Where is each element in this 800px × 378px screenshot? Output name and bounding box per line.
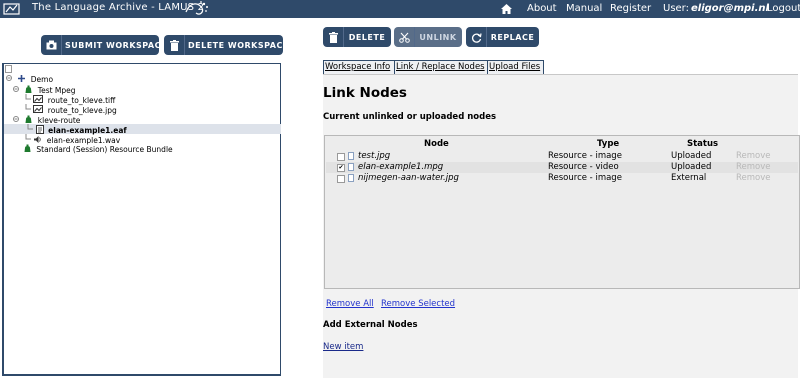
tree-node-kleve-route[interactable]: kleve-route xyxy=(12,114,80,125)
new-item-link[interactable]: New item xyxy=(323,342,363,352)
swirl-logo-icon xyxy=(185,1,208,15)
node-name: nijmegen-aan-water.jpg xyxy=(358,173,459,183)
delete-node-button[interactable]: DELETE xyxy=(323,27,391,47)
page-title: Link Nodes xyxy=(323,85,407,101)
app-title: The Language Archive - LAMUS 2 xyxy=(32,2,205,13)
main-content-area: Workspace Info Link / Replace Nodes Uplo… xyxy=(323,60,800,378)
tree-node-route-to-kleve-jpg[interactable]: route_to_kleve.jpg xyxy=(23,104,117,115)
nav-about-link[interactable]: About xyxy=(527,3,557,14)
node-status: External xyxy=(671,173,707,183)
delete-workspace-label: DELETE WORKSPACE xyxy=(188,41,289,50)
remove-node-link[interactable]: Remove xyxy=(736,162,771,173)
tree-node-route-to-kleve-tiff[interactable]: route_to_kleve.tiff xyxy=(23,94,115,105)
refresh-icon xyxy=(466,27,487,47)
file-icon xyxy=(348,152,354,160)
user-label: User: xyxy=(663,3,689,14)
node-status: Uploaded xyxy=(671,162,712,172)
replace-label: REPLACE xyxy=(490,33,535,42)
node-status: Uploaded xyxy=(671,151,712,161)
top-navigation-bar: The Language Archive - LAMUS 2 About Man… xyxy=(0,0,800,18)
node-name: elan-example1.mpg xyxy=(358,162,444,172)
link-nodes-panel: Link Nodes Current unlinked or uploaded … xyxy=(323,74,800,378)
table-row[interactable]: ✔ elan-example1.mpg Resource - video Upl… xyxy=(326,162,798,173)
replace-button[interactable]: REPLACE xyxy=(466,27,539,47)
tree-node-elan-example1-wav[interactable]: elan-example1.wav xyxy=(23,134,120,145)
remove-node-link[interactable]: Remove xyxy=(736,151,771,162)
trash-icon xyxy=(164,35,185,55)
table-row[interactable]: nijmegen-aan-water.jpg Resource - image … xyxy=(326,173,798,184)
workspace-tree-panel: Demo Test Mpeg route_to_kleve.tiff route… xyxy=(2,63,281,376)
user-email: eligor@mpi.nl xyxy=(691,3,769,14)
nav-logout-link[interactable]: Logout xyxy=(767,3,800,14)
bag-icon xyxy=(23,144,32,156)
delete-node-label: DELETE xyxy=(348,33,386,42)
column-header-type: Type xyxy=(597,139,620,149)
row-checkbox[interactable] xyxy=(337,175,345,183)
submit-workspace-button[interactable]: SUBMIT WORKSPACE xyxy=(41,35,167,55)
unlink-label: UNLINK xyxy=(419,33,457,42)
submit-workspace-label: SUBMIT WORKSPACE xyxy=(65,41,167,50)
row-checkbox[interactable] xyxy=(337,153,345,161)
tree-node-demo[interactable]: Demo xyxy=(5,73,53,84)
row-checkbox-checked[interactable]: ✔ xyxy=(337,164,345,172)
collapse-toggle-icon[interactable] xyxy=(12,84,22,97)
file-icon xyxy=(348,163,354,171)
node-name: test.jpg xyxy=(358,151,391,161)
column-header-status: Status xyxy=(687,139,719,149)
trash-icon xyxy=(323,27,344,47)
scissors-icon xyxy=(394,27,415,47)
column-header-node: Node xyxy=(424,139,449,149)
table-row[interactable]: test.jpg Resource - image Uploaded Remov… xyxy=(326,151,798,162)
tab-upload-files[interactable]: Upload Files xyxy=(487,60,544,74)
node-type: Resource - image xyxy=(548,151,622,161)
tab-link-replace-nodes[interactable]: Link / Replace Nodes xyxy=(394,60,488,74)
current-nodes-section-title: Current unlinked or uploaded nodes xyxy=(323,112,497,122)
nodes-table: Node Type Status test.jpg Resource - ima… xyxy=(324,135,800,289)
tree-node-resource-bundle[interactable]: Standard (Session) Resource Bundle xyxy=(23,144,173,154)
delete-workspace-button[interactable]: DELETE WORKSPACE xyxy=(164,35,289,55)
logo-icon xyxy=(3,3,20,15)
remove-node-link[interactable]: Remove xyxy=(736,173,771,184)
remove-all-link[interactable]: Remove All xyxy=(326,299,374,309)
node-type: Resource - video xyxy=(548,162,619,172)
tab-workspace-info[interactable]: Workspace Info xyxy=(323,60,395,74)
root-document-icon xyxy=(5,65,12,73)
remove-selected-link[interactable]: Remove Selected xyxy=(381,299,455,309)
nav-manual-link[interactable]: Manual xyxy=(566,3,602,14)
upload-icon xyxy=(41,35,62,55)
unlink-button[interactable]: UNLINK xyxy=(394,27,462,47)
home-icon[interactable] xyxy=(500,3,513,15)
node-type: Resource - image xyxy=(548,173,622,183)
nav-register-link[interactable]: Register xyxy=(610,3,651,14)
file-icon xyxy=(348,174,354,182)
tree-node-test-mpeg[interactable]: Test Mpeg xyxy=(12,84,76,97)
external-nodes-section-title: Add External Nodes xyxy=(323,320,418,330)
tree-node-elan-example1-eaf[interactable]: elan-example1.eaf xyxy=(4,124,281,135)
